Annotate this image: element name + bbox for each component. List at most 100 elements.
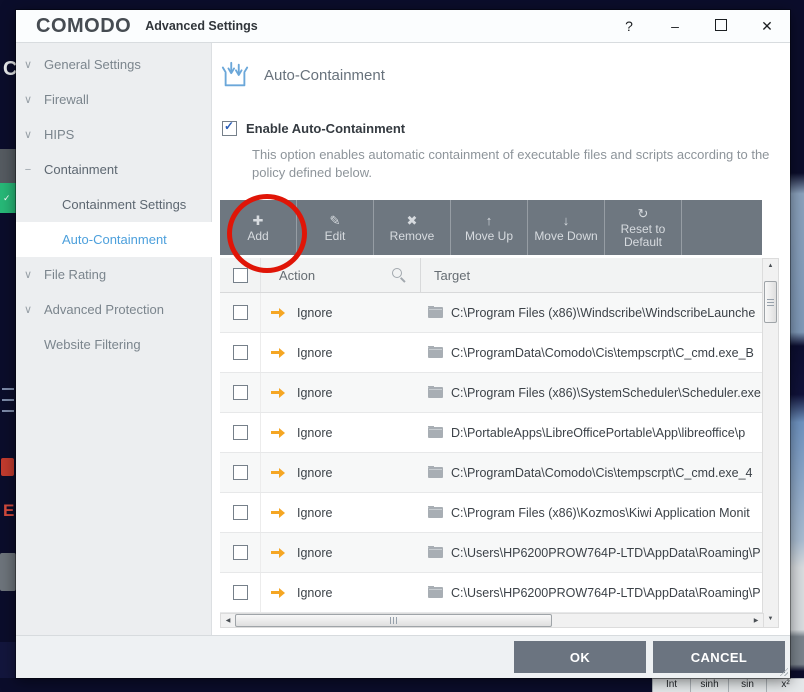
window-body: ∨ General Settings ∨ Firewall ∨ HIPS − C… [16,43,790,635]
sidebar-item-file-rating[interactable]: ∨ File Rating [16,257,211,292]
table-row[interactable]: Ignore C:\Users\HP6200PROW764P-LTD\AppDa… [220,533,764,573]
table-body: Ignore C:\Program Files (x86)\Windscribe… [220,293,764,613]
sidebar-item-label: HIPS [44,127,74,142]
rules-table: Action Target Ignore C:\Program Files (x… [220,258,764,613]
chevron-down-icon: ∨ [22,93,34,106]
row-checkbox[interactable] [233,305,248,320]
toolbar-button-label: Reset to Default [605,223,681,249]
ok-button[interactable]: OK [514,641,646,673]
row-checkbox[interactable] [233,585,248,600]
pencil-icon: ✎ [330,213,341,228]
target-path: C:\Program Files (x86)\Windscribe\Windsc… [451,306,755,320]
background-window-left-fragment: C ✓ E [0,0,16,692]
background-logo-fragment: C [3,58,16,81]
horizontal-scrollbar[interactable]: ◀ ▶ [220,613,764,628]
row-checkbox[interactable] [233,425,248,440]
sidebar-item-containment[interactable]: − Containment [16,152,211,187]
advanced-settings-window: COMODO Advanced Settings ? – ✕ ∨ General… [16,10,790,678]
table-row[interactable]: Ignore C:\Program Files (x86)\SystemSche… [220,373,764,413]
maximize-icon [715,19,727,31]
maximize-button[interactable] [698,18,744,34]
horizontal-scrollbar-thumb[interactable] [235,614,552,627]
action-cell: Ignore [260,493,420,532]
help-button[interactable]: ? [606,18,652,34]
remove-button[interactable]: ✖ Remove [374,200,451,255]
target-column-header: Target [434,268,470,283]
scroll-down-arrow-icon[interactable]: ▼ [763,612,778,627]
target-cell: C:\Program Files (x86)\Windscribe\Windsc… [420,306,764,320]
comodo-logo: COMODO [36,15,131,38]
table-header: Action Target [220,258,764,293]
close-button[interactable]: ✕ [744,18,790,35]
move-down-button[interactable]: ↓ Move Down [528,200,605,255]
background-status-fragment: ✓ [0,183,16,213]
title-bar[interactable]: COMODO Advanced Settings ? – ✕ [16,10,790,43]
sidebar-item-label: Containment Settings [62,197,186,212]
table-row[interactable]: Ignore C:\Program Files (x86)\Kozmos\Kiw… [220,493,764,533]
sidebar-item-general-settings[interactable]: ∨ General Settings [16,47,211,82]
action-label: Ignore [297,306,332,320]
sidebar-item-hips[interactable]: ∨ HIPS [16,117,211,152]
folder-icon [428,387,443,398]
scroll-up-arrow-icon[interactable]: ▲ [763,259,778,274]
target-path: C:\ProgramData\Comodo\Cis\tempscrpt\C_cm… [451,466,753,480]
toolbar-button-label: Edit [325,230,346,243]
row-checkbox[interactable] [233,385,248,400]
folder-icon [428,467,443,478]
cancel-button[interactable]: CANCEL [653,641,785,673]
table-row[interactable]: Ignore C:\Program Files (x86)\Windscribe… [220,293,764,333]
enable-auto-containment-checkbox[interactable]: ✓ [222,121,237,136]
minimize-button[interactable]: – [652,18,698,34]
row-checkbox[interactable] [233,505,248,520]
target-path: C:\Users\HP6200PROW764P-LTD\AppData\Roam… [451,546,761,560]
action-cell: Ignore [260,533,420,572]
target-path: C:\Program Files (x86)\Kozmos\Kiwi Appli… [451,506,750,520]
ignore-arrow-icon [271,508,285,518]
desktop-background: C ✓ E Intsinhsinx² COMODO Advanced Setti… [0,0,804,692]
enable-auto-containment-label: Enable Auto-Containment [246,121,405,136]
table-row[interactable]: Ignore C:\ProgramData\Comodo\Cis\tempscr… [220,453,764,493]
sidebar-item-advanced-protection[interactable]: ∨ Advanced Protection [16,292,211,327]
row-checkbox[interactable] [233,465,248,480]
sidebar-item-firewall[interactable]: ∨ Firewall [16,82,211,117]
sidebar-item-website-filtering[interactable]: Website Filtering [16,327,211,362]
scroll-left-arrow-icon[interactable]: ◀ [221,617,235,624]
background-text-fragment [2,388,14,421]
ignore-arrow-icon [271,388,285,398]
table-row[interactable]: Ignore C:\Users\HP6200PROW764P-LTD\AppDa… [220,573,764,613]
vertical-scrollbar-thumb[interactable] [764,281,777,323]
sidebar-item-label: Auto-Containment [62,232,167,247]
toolbar-button-label: Add [247,230,268,243]
sidebar-item-label: Advanced Protection [44,302,164,317]
target-cell: C:\ProgramData\Comodo\Cis\tempscrpt\C_cm… [420,466,764,480]
background-calc-button: Int [652,679,690,692]
move-up-button[interactable]: ↑ Move Up [451,200,528,255]
vertical-scrollbar[interactable]: ▲ ▼ [762,258,779,628]
sidebar-item-auto-containment[interactable]: Auto-Containment [16,222,212,257]
add-button[interactable]: ✚ Add [220,200,297,255]
select-all-checkbox[interactable] [233,268,248,283]
target-path: C:\ProgramData\Comodo\Cis\tempscrpt\C_cm… [451,346,754,360]
x-icon: ✖ [407,213,418,228]
row-checkbox[interactable] [233,545,248,560]
chevron-down-icon: ∨ [22,268,34,281]
sidebar-item-containment-settings[interactable]: Containment Settings [16,187,211,222]
toolbar-button-label: Move Up [465,230,513,243]
row-checkbox[interactable] [233,345,248,360]
action-cell: Ignore [260,373,420,412]
edit-button[interactable]: ✎ Edit [297,200,374,255]
dialog-footer: OK CANCEL [16,635,790,678]
action-label: Ignore [297,466,332,480]
folder-icon [428,547,443,558]
table-row[interactable]: Ignore C:\ProgramData\Comodo\Cis\tempscr… [220,333,764,373]
background-fragment [0,553,16,591]
action-label: Ignore [297,546,332,560]
settings-content: Auto-Containment ✓ Enable Auto-Containme… [212,43,790,635]
search-icon[interactable] [392,268,406,282]
reset-to-default-button[interactable]: ↻ Reset to Default [605,200,682,255]
table-row[interactable]: Ignore D:\PortableApps\LibreOfficePortab… [220,413,764,453]
scroll-right-arrow-icon[interactable]: ▶ [749,617,763,624]
horizontal-scrollbar-track[interactable] [235,614,749,627]
background-calc-button: sin [728,679,766,692]
target-cell: D:\PortableApps\LibreOfficePortable\App\… [420,426,764,440]
